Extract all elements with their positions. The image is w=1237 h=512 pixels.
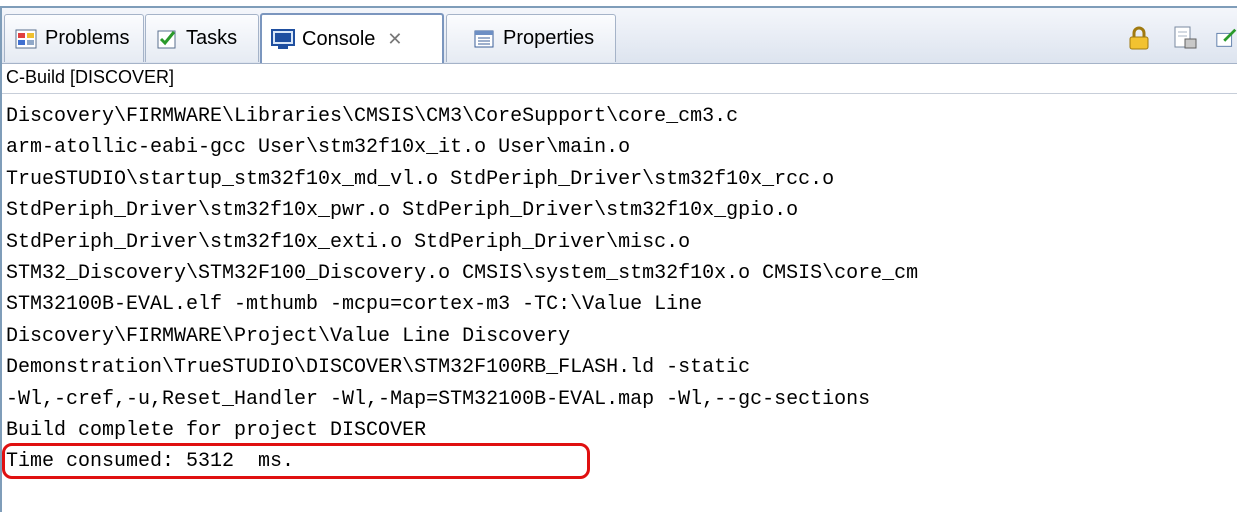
tasks-icon — [154, 26, 180, 52]
console-line: Discovery\FIRMWARE\Libraries\CMSIS\CM3\C… — [6, 105, 739, 128]
console-line: StdPeriph_Driver\stm32f10x_pwr.o StdPeri… — [6, 199, 799, 223]
pin-icon[interactable] — [1215, 22, 1237, 54]
view-toolbar — [1123, 18, 1237, 58]
console-line: STM32_Discovery\STM32F100_Discovery.o CM… — [6, 262, 919, 286]
properties-icon — [471, 26, 497, 52]
console-line: Discovery\FIRMWARE\Project\Value Line Di… — [6, 324, 571, 348]
console-line: Demonstration\TrueSTUDIO\DISCOVER\STM32F… — [6, 356, 751, 380]
console-icon — [270, 26, 296, 52]
console-line: TrueSTUDIO\startup_stm32f10x_md_vl.o Std… — [6, 167, 835, 191]
tab-console[interactable]: Console ✕ — [260, 13, 444, 63]
console-title: C-Build [DISCOVER] — [2, 64, 1237, 94]
tab-properties[interactable]: Properties — [446, 14, 616, 62]
tab-problems[interactable]: Problems — [4, 14, 144, 62]
tab-label: Tasks — [186, 27, 238, 49]
tab-bar: Problems Tasks Console ✕ Properties — [2, 8, 1237, 64]
tab-label: Console — [302, 27, 376, 50]
console-line: -Wl,-cref,-u,Reset_Handler -Wl,-Map=STM3… — [6, 387, 871, 411]
console-view: Problems Tasks Console ✕ Properties C-Bu… — [0, 6, 1237, 512]
lock-icon[interactable] — [1123, 22, 1155, 54]
tab-label: Properties — [503, 27, 595, 49]
tab-label: Problems — [45, 27, 130, 49]
console-line: arm-atollic-eabi-gcc User\stm32f10x_it.o… — [6, 136, 631, 160]
clear-console-icon[interactable] — [1169, 22, 1201, 54]
console-line-build-complete: Build complete for project DISCOVER — [6, 419, 427, 443]
tab-tasks[interactable]: Tasks — [145, 14, 259, 62]
highlight-annotation — [2, 443, 590, 479]
console-line: STM32100B-EVAL.elf -mthumb -mcpu=cortex-… — [6, 293, 703, 317]
problems-icon — [13, 26, 39, 52]
console-line: StdPeriph_Driver\stm32f10x_exti.o StdPer… — [6, 230, 691, 254]
close-icon[interactable]: ✕ — [387, 29, 402, 50]
